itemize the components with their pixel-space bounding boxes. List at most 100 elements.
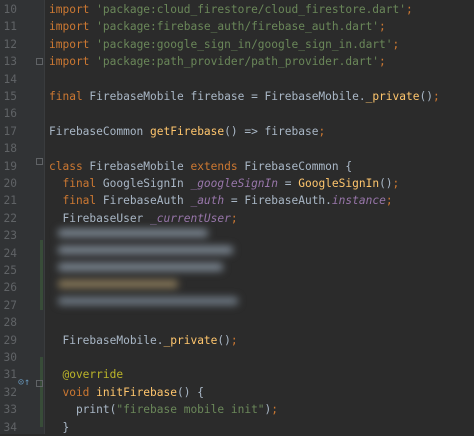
code-token: ; xyxy=(318,124,326,138)
code-line[interactable]: 15 final FirebaseMobile firebase = Fireba… xyxy=(0,88,474,105)
code-text: FirebaseMobile._private(); xyxy=(49,332,237,349)
code-line[interactable]: 13 import 'package:path_provider/path_pro… xyxy=(0,53,474,70)
code-line[interactable]: 34 } xyxy=(0,419,474,436)
code-line[interactable]: 17 FirebaseCommon getFirebase() => fireba… xyxy=(0,123,474,140)
code-token: ; xyxy=(379,55,386,69)
code-token: = xyxy=(278,177,299,190)
line-number: 25 xyxy=(3,264,17,277)
code-token: "firebase mobile init" xyxy=(116,403,265,417)
fold-marker-icon[interactable] xyxy=(36,58,43,65)
code-text: import 'package:cloud_firestore/cloud_fi… xyxy=(49,1,413,18)
line-number: 30 xyxy=(3,351,17,364)
code-text: void initFirebase() { xyxy=(49,384,204,401)
code-line[interactable]: 32 void initFirebase() { xyxy=(0,384,474,401)
code-token: @override xyxy=(49,368,124,382)
code-token: _private xyxy=(163,333,218,347)
code-token: FirebaseMobile firebase = FirebaseMobile… xyxy=(89,90,366,103)
code-text: final GoogleSignIn _googleSignIn = Googl… xyxy=(49,175,399,192)
code-text: print("firebase mobile init"); xyxy=(49,401,278,418)
code-text: } xyxy=(49,419,69,436)
code-token: () xyxy=(379,177,393,190)
code-line[interactable]: 10 import 'package:cloud_firestore/cloud_… xyxy=(0,1,474,18)
line-number: 11 xyxy=(3,20,17,34)
code-token: () xyxy=(419,90,433,103)
line-number: 23 xyxy=(3,229,17,243)
code-token: ; xyxy=(392,177,400,190)
code-token: FirebaseMobile xyxy=(89,159,191,173)
code-line[interactable]: 29 FirebaseMobile._private(); xyxy=(0,332,474,349)
code-token: FirebaseMobile. xyxy=(49,333,164,347)
code-text: import 'package:firebase_auth/firebase_a… xyxy=(49,18,386,35)
code-token: final xyxy=(49,90,90,103)
code-token: 'package:cloud_firestore/cloud_firestore… xyxy=(96,3,406,16)
code-token: FirebaseCommon xyxy=(49,124,151,138)
code-text: import 'package:path_provider/path_provi… xyxy=(49,53,386,70)
code-token: () { xyxy=(176,385,204,399)
code-token: extends xyxy=(190,159,245,173)
code-token: import xyxy=(49,3,97,16)
line-number: 14 xyxy=(3,72,17,86)
line-number: 13 xyxy=(3,55,17,69)
line-number: 29 xyxy=(3,333,17,347)
code-token: GoogleSignIn xyxy=(298,177,380,190)
code-token: import xyxy=(49,20,97,34)
line-number: 17 xyxy=(3,124,17,138)
code-text: final FirebaseMobile firebase = Firebase… xyxy=(49,88,440,105)
line-number: 10 xyxy=(3,3,17,16)
line-number: 20 xyxy=(3,177,17,190)
line-number: 21 xyxy=(3,194,17,208)
fold-marker-icon[interactable] xyxy=(36,158,43,165)
code-token: 'package:path_provider/path_provider.dar… xyxy=(96,55,380,69)
override-gutter-icon[interactable]: ⊙↑ xyxy=(18,377,30,388)
code-token: final xyxy=(49,177,103,190)
code-token: FirebaseAuth xyxy=(102,194,191,208)
code-token: = FirebaseAuth. xyxy=(224,194,332,208)
code-line[interactable]: 21 final FirebaseAuth _auth = FirebaseAu… xyxy=(0,192,474,209)
code-token: } xyxy=(49,420,70,434)
code-token: void xyxy=(49,385,97,399)
change-marker[interactable] xyxy=(40,357,43,427)
line-number: 26 xyxy=(3,281,17,295)
code-line[interactable]: 12 import 'package:google_sign_in/google_… xyxy=(0,36,474,53)
code-line[interactable]: 28 xyxy=(0,314,474,331)
code-token: () xyxy=(217,333,231,347)
code-text: import 'package:google_sign_in/google_si… xyxy=(49,36,399,53)
code-token: _googleSignIn xyxy=(190,177,279,190)
code-editor[interactable]: 10 import 'package:cloud_firestore/cloud_… xyxy=(0,0,474,434)
code-token: import xyxy=(49,55,97,69)
line-number: 28 xyxy=(3,316,17,330)
code-text: @override xyxy=(49,366,123,383)
code-token: () => firebase xyxy=(224,124,319,138)
code-line[interactable]: 18 xyxy=(0,140,474,157)
code-line[interactable]: 31 @override xyxy=(0,366,474,383)
code-line[interactable]: 19 class FirebaseMobile extends FirebaseC… xyxy=(0,158,474,175)
code-token: getFirebase xyxy=(150,124,225,138)
code-token: class xyxy=(49,159,90,173)
line-number: 15 xyxy=(3,90,17,103)
code-token: import xyxy=(49,37,97,51)
code-token: ; xyxy=(392,37,400,51)
code-token: GoogleSignIn xyxy=(102,177,191,190)
code-token: ; xyxy=(406,3,413,16)
code-token: instance xyxy=(331,194,386,208)
line-number: 32 xyxy=(3,385,17,399)
redacted-code-block xyxy=(48,223,243,310)
line-number: 27 xyxy=(3,298,17,312)
code-line[interactable]: 16 xyxy=(0,105,474,122)
fold-marker-icon[interactable] xyxy=(36,380,43,387)
line-number: 22 xyxy=(3,211,17,225)
code-token: ; xyxy=(271,403,279,417)
code-line[interactable]: 30 xyxy=(0,349,474,366)
code-token: 'package:firebase_auth/firebase_auth.dar… xyxy=(96,20,380,34)
line-number: 34 xyxy=(3,420,17,434)
code-line[interactable]: 20 final GoogleSignIn _googleSignIn = Go… xyxy=(0,175,474,192)
line-number: 33 xyxy=(3,403,17,417)
code-token: ; xyxy=(385,194,393,208)
line-number: 24 xyxy=(3,246,17,260)
code-text: class FirebaseMobile extends FirebaseCom… xyxy=(49,158,352,175)
line-number: 19 xyxy=(3,159,17,173)
code-line[interactable]: 14 xyxy=(0,71,474,88)
change-marker[interactable] xyxy=(40,240,43,310)
code-line[interactable]: 33 print("firebase mobile init"); xyxy=(0,401,474,418)
code-line[interactable]: 11 import 'package:firebase_auth/firebase… xyxy=(0,18,474,35)
